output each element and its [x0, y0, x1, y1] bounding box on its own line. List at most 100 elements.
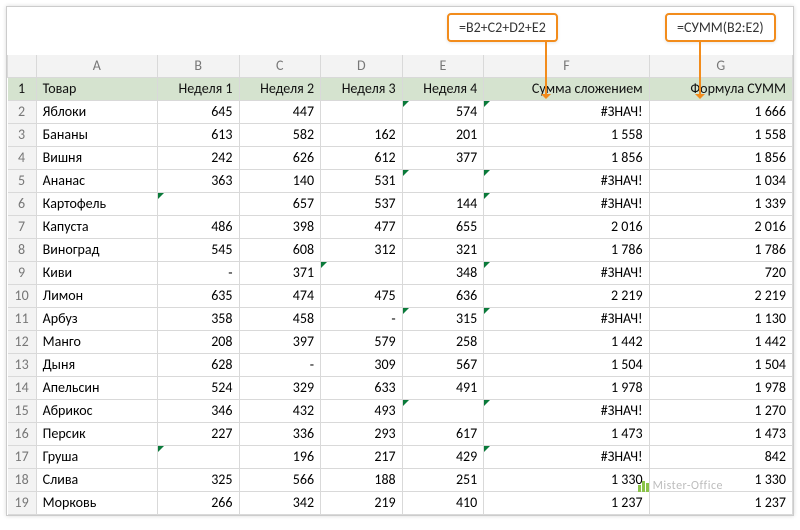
cell[interactable]: 579 [321, 331, 403, 354]
cell[interactable]: 1 978 [649, 377, 792, 400]
cell[interactable]: Персик [36, 423, 157, 446]
cell[interactable]: 1 034 [649, 170, 792, 193]
cell[interactable]: - [157, 262, 239, 285]
cell[interactable]: 397 [239, 331, 321, 354]
cell[interactable]: 608 [239, 239, 321, 262]
cell[interactable]: 358 [157, 308, 239, 331]
cell[interactable]: 1 442 [649, 331, 792, 354]
cell[interactable]: Формула СУММ [649, 78, 792, 101]
cell[interactable]: 309 [321, 354, 403, 377]
cell[interactable] [157, 193, 239, 216]
row-header[interactable]: 16 [8, 423, 37, 446]
cell[interactable]: 1 339 [649, 193, 792, 216]
cell[interactable]: 1 786 [484, 239, 649, 262]
cell[interactable]: 371 [239, 262, 321, 285]
row-header[interactable]: 11 [8, 308, 37, 331]
cell[interactable]: Неделя 2 [239, 78, 321, 101]
cell[interactable]: 566 [239, 469, 321, 492]
cell[interactable]: 486 [157, 216, 239, 239]
cell[interactable]: 477 [321, 216, 403, 239]
cell[interactable]: Виноград [36, 239, 157, 262]
cell[interactable]: Ананас [36, 170, 157, 193]
row-header[interactable]: 10 [8, 285, 37, 308]
cell[interactable]: 196 [239, 446, 321, 469]
cell[interactable]: Картофель [36, 193, 157, 216]
row-header[interactable]: 9 [8, 262, 37, 285]
cell[interactable]: 720 [649, 262, 792, 285]
cell[interactable]: 227 [157, 423, 239, 446]
cell[interactable]: 266 [157, 492, 239, 515]
cell[interactable]: 475 [321, 285, 403, 308]
cell[interactable]: 1 473 [649, 423, 792, 446]
cell[interactable]: #ЗНАЧ! [484, 308, 649, 331]
cell[interactable]: 242 [157, 147, 239, 170]
col-header-A[interactable]: A [36, 55, 157, 78]
cell[interactable]: 493 [321, 400, 403, 423]
cell[interactable]: 377 [402, 147, 484, 170]
select-all-corner[interactable] [8, 55, 37, 78]
cell[interactable]: 1 237 [484, 492, 649, 515]
cell[interactable]: #ЗНАЧ! [484, 193, 649, 216]
cell[interactable]: Абрикос [36, 400, 157, 423]
cell[interactable]: 1 270 [649, 400, 792, 423]
cell[interactable]: #ЗНАЧ! [484, 262, 649, 285]
cell[interactable]: 1 237 [649, 492, 792, 515]
cell[interactable]: 655 [402, 216, 484, 239]
cell[interactable]: 312 [321, 239, 403, 262]
cell[interactable]: 447 [239, 101, 321, 124]
cell[interactable]: Неделя 1 [157, 78, 239, 101]
cell[interactable]: #ЗНАЧ! [484, 170, 649, 193]
row-header[interactable]: 7 [8, 216, 37, 239]
col-header-C[interactable]: C [239, 55, 321, 78]
cell[interactable]: 217 [321, 446, 403, 469]
col-header-D[interactable]: D [321, 55, 403, 78]
cell[interactable]: 1 856 [484, 147, 649, 170]
cell[interactable]: Морковь [36, 492, 157, 515]
cell[interactable]: 1 504 [484, 354, 649, 377]
row-header[interactable]: 17 [8, 446, 37, 469]
cell[interactable]: 531 [321, 170, 403, 193]
cell[interactable] [321, 101, 403, 124]
cell[interactable]: 474 [239, 285, 321, 308]
col-header-E[interactable]: E [402, 55, 484, 78]
cell[interactable]: 567 [402, 354, 484, 377]
cell[interactable]: Лимон [36, 285, 157, 308]
cell[interactable]: 348 [402, 262, 484, 285]
cell[interactable]: 633 [321, 377, 403, 400]
cell[interactable]: 363 [157, 170, 239, 193]
row-header[interactable]: 5 [8, 170, 37, 193]
row-header[interactable]: 14 [8, 377, 37, 400]
row-header[interactable]: 1 [8, 78, 37, 101]
cell[interactable]: 2 016 [484, 216, 649, 239]
cell[interactable]: 410 [402, 492, 484, 515]
cell[interactable]: 1 130 [649, 308, 792, 331]
cell[interactable]: 315 [402, 308, 484, 331]
cell[interactable]: 1 856 [649, 147, 792, 170]
cell[interactable]: 208 [157, 331, 239, 354]
cell[interactable]: 342 [239, 492, 321, 515]
cell[interactable]: 537 [321, 193, 403, 216]
cell[interactable]: 491 [402, 377, 484, 400]
cell[interactable]: 842 [649, 446, 792, 469]
cell[interactable]: 1 473 [484, 423, 649, 446]
cell[interactable]: 635 [157, 285, 239, 308]
row-header[interactable]: 8 [8, 239, 37, 262]
cell[interactable]: 258 [402, 331, 484, 354]
cell[interactable]: #ЗНАЧ! [484, 400, 649, 423]
cell[interactable]: 162 [321, 124, 403, 147]
cell[interactable]: 429 [402, 446, 484, 469]
cell[interactable]: Киви [36, 262, 157, 285]
cell[interactable]: 612 [321, 147, 403, 170]
cell[interactable]: 1 558 [649, 124, 792, 147]
cell[interactable]: 1 330 [484, 469, 649, 492]
cell[interactable]: 1 666 [649, 101, 792, 124]
row-header[interactable]: 2 [8, 101, 37, 124]
col-header-G[interactable]: G [649, 55, 792, 78]
row-header[interactable]: 19 [8, 492, 37, 515]
cell[interactable]: 1 330 [649, 469, 792, 492]
cell[interactable]: 432 [239, 400, 321, 423]
cell[interactable]: 574 [402, 101, 484, 124]
cell[interactable]: Яблоки [36, 101, 157, 124]
cell[interactable] [321, 262, 403, 285]
cell[interactable]: Вишня [36, 147, 157, 170]
